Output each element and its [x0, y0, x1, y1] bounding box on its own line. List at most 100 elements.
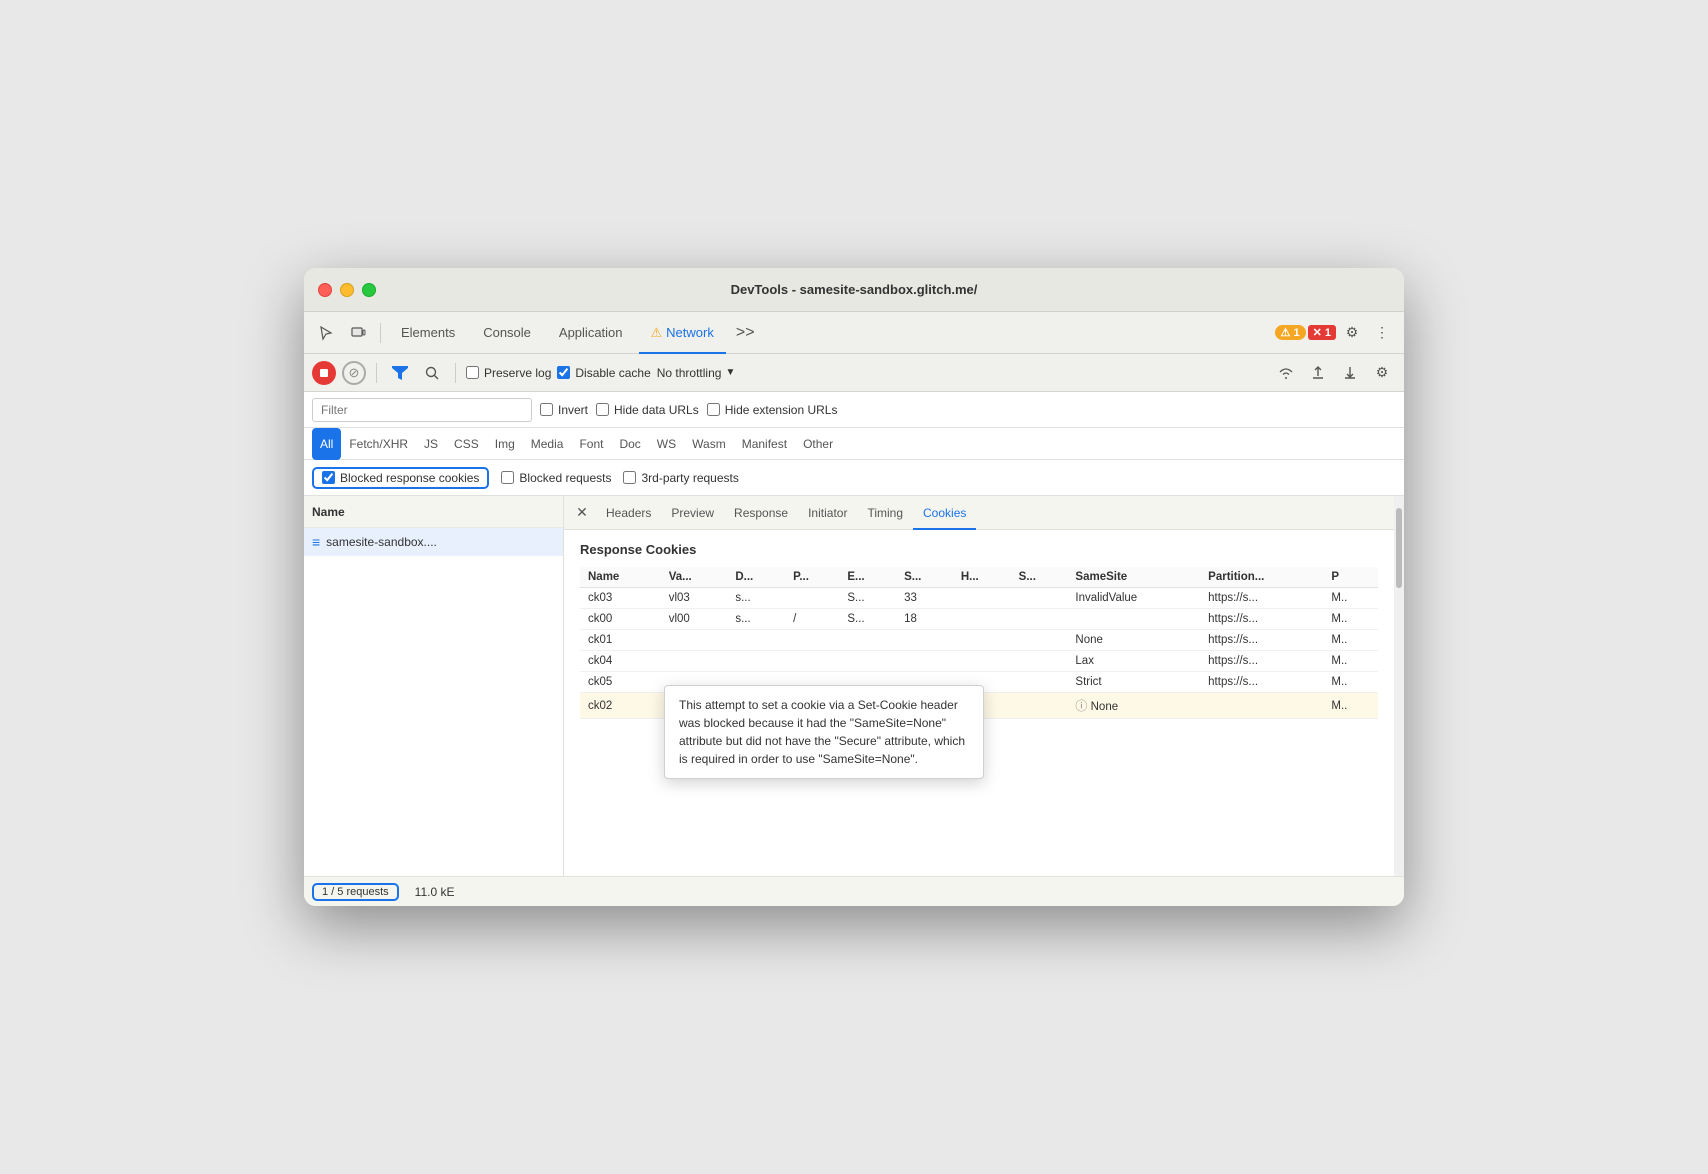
tab-network[interactable]: ⚠ Network [639, 312, 726, 354]
preserve-log-checkbox[interactable] [466, 366, 479, 379]
hide-data-checkbox[interactable] [596, 403, 609, 416]
network-warning-icon: ⚠ [651, 325, 663, 341]
third-party-requests-label[interactable]: 3rd-party requests [623, 471, 738, 485]
tab-headers[interactable]: Headers [596, 496, 661, 530]
type-tab-all[interactable]: All [312, 428, 341, 460]
network-settings-icon[interactable]: ⚙ [1368, 359, 1396, 387]
divider2 [455, 363, 456, 383]
cookie-filter-row: Blocked response cookies Blocked request… [304, 460, 1404, 496]
hide-data-urls-label[interactable]: Hide data URLs [596, 403, 699, 417]
blocked-requests-label[interactable]: Blocked requests [501, 471, 611, 485]
col-name: Name [580, 567, 661, 588]
request-item[interactable]: ≡ samesite-sandbox.... [304, 528, 563, 556]
type-tab-wasm[interactable]: Wasm [684, 428, 734, 460]
table-row[interactable]: ck03vl03s...S...33InvalidValuehttps://s.… [580, 588, 1378, 609]
tab-cookies[interactable]: Cookies [913, 496, 976, 530]
requests-panel: Name ≡ samesite-sandbox.... [304, 496, 564, 876]
tab-timing[interactable]: Timing [857, 496, 913, 530]
stop-recording-button[interactable] [312, 361, 336, 385]
blocked-cookies-label[interactable]: Blocked response cookies [312, 467, 489, 489]
blocked-requests-checkbox[interactable] [501, 471, 514, 484]
disable-cache-label[interactable]: Disable cache [557, 366, 650, 380]
tab-response[interactable]: Response [724, 496, 798, 530]
third-party-checkbox[interactable] [623, 471, 636, 484]
type-tab-img[interactable]: Img [487, 428, 523, 460]
requests-count: 1 / 5 requests [312, 883, 399, 901]
type-tab-doc[interactable]: Doc [611, 428, 648, 460]
type-tab-font[interactable]: Font [571, 428, 611, 460]
devtools-body: Elements Console Application ⚠ Network >… [304, 312, 1404, 906]
invert-label[interactable]: Invert [540, 403, 588, 417]
type-tab-manifest[interactable]: Manifest [734, 428, 795, 460]
filter-icon[interactable] [387, 360, 413, 386]
disable-cache-checkbox[interactable] [557, 366, 570, 379]
blocked-cookies-checkbox[interactable] [322, 471, 335, 484]
main-toolbar: Elements Console Application ⚠ Network >… [304, 312, 1404, 354]
cursor-icon[interactable] [312, 319, 340, 347]
request-doc-icon: ≡ [312, 534, 320, 550]
type-tab-css[interactable]: CSS [446, 428, 487, 460]
type-tab-other[interactable]: Other [795, 428, 841, 460]
col-samesite: SameSite [1067, 567, 1200, 588]
response-cookies-title: Response Cookies [580, 542, 1378, 557]
filter-input[interactable] [312, 398, 532, 422]
col-s: S... [896, 567, 953, 588]
toolbar-right: ⚠ 1 ✕ 1 ⚙ ⋮ [1275, 319, 1396, 347]
upload-icon[interactable] [1304, 359, 1332, 387]
traffic-lights [318, 283, 376, 297]
device-icon[interactable] [344, 319, 372, 347]
tab-application[interactable]: Application [547, 312, 635, 354]
type-tab-ws[interactable]: WS [649, 428, 684, 460]
preserve-log-label[interactable]: Preserve log [466, 366, 551, 380]
hide-ext-checkbox[interactable] [707, 403, 720, 416]
tab-initiator[interactable]: Initiator [798, 496, 857, 530]
table-row[interactable]: ck04Laxhttps://s...M.. [580, 651, 1378, 672]
search-icon[interactable] [419, 360, 445, 386]
tab-more[interactable]: >> [730, 312, 761, 354]
col-p: P... [785, 567, 839, 588]
type-tab-media[interactable]: Media [523, 428, 572, 460]
maximize-button[interactable] [362, 283, 376, 297]
network-toolbar: ⊘ Preserve log Disable cache No throttli… [304, 354, 1404, 392]
clear-button[interactable]: ⊘ [342, 361, 366, 385]
cookie-tooltip: This attempt to set a cookie via a Set-C… [664, 685, 984, 779]
close-button[interactable] [318, 283, 332, 297]
settings-icon[interactable]: ⚙ [1338, 319, 1366, 347]
minimize-button[interactable] [340, 283, 354, 297]
col-e: E... [839, 567, 896, 588]
detail-panel: ✕ Headers Preview Response Initiator Tim… [564, 496, 1394, 876]
requests-header: Name [304, 496, 563, 528]
status-bar: 1 / 5 requests 11.0 kE [304, 876, 1404, 906]
hide-ext-urls-label[interactable]: Hide extension URLs [707, 403, 838, 417]
error-badge: ✕ 1 [1308, 325, 1336, 340]
toolbar2-right: ⚙ [1272, 359, 1396, 387]
col-p: P [1323, 567, 1378, 588]
more-icon[interactable]: ⋮ [1368, 319, 1396, 347]
scrollbar-thumb[interactable] [1396, 508, 1402, 588]
type-tab-js[interactable]: JS [416, 428, 446, 460]
throttle-dropdown[interactable]: No throttling ▼ [657, 366, 736, 380]
close-detail-button[interactable]: ✕ [568, 499, 596, 527]
col-d: D... [727, 567, 785, 588]
col-va: Va... [661, 567, 728, 588]
table-row[interactable]: ck00vl00s.../S...18https://s...M.. [580, 609, 1378, 630]
transfer-size: 11.0 kE [415, 885, 455, 899]
info-icon: ⓘ [1075, 699, 1087, 713]
window-title: DevTools - samesite-sandbox.glitch.me/ [731, 282, 978, 297]
tab-elements[interactable]: Elements [389, 312, 467, 354]
tab-preview[interactable]: Preview [661, 496, 724, 530]
wifi-icon[interactable] [1272, 359, 1300, 387]
type-tab-fetch/xhr[interactable]: Fetch/XHR [341, 428, 416, 460]
col-s: S... [1011, 567, 1068, 588]
col-h: H... [953, 567, 1011, 588]
warning-badge: ⚠ 1 [1275, 325, 1306, 340]
scrollbar[interactable] [1394, 496, 1404, 876]
tab-console[interactable]: Console [471, 312, 543, 354]
devtools-window: DevTools - samesite-sandbox.glitch.me/ E… [304, 268, 1404, 906]
download-icon[interactable] [1336, 359, 1364, 387]
detail-tabs: ✕ Headers Preview Response Initiator Tim… [564, 496, 1394, 530]
invert-checkbox[interactable] [540, 403, 553, 416]
type-tabs: AllFetch/XHRJSCSSImgMediaFontDocWSWasmMa… [304, 428, 1404, 460]
main-area: Name ≡ samesite-sandbox.... ✕ Headers Pr… [304, 496, 1404, 876]
table-row[interactable]: ck01Nonehttps://s...M.. [580, 630, 1378, 651]
